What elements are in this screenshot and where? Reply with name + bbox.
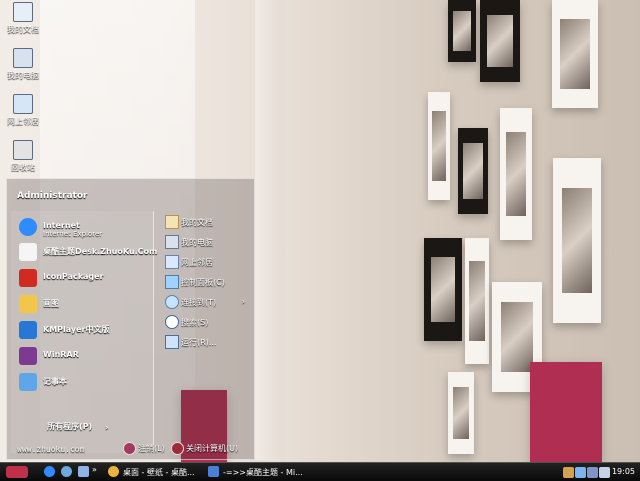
wall-photo-frame [428,92,450,200]
start-menu: Administrator Internet Internet Explorer… [6,178,255,460]
wall-column [255,0,285,460]
system-tray: 19:05 [563,465,635,479]
place-my-documents[interactable]: 我的文档 [165,215,245,229]
start-logo-icon [6,466,28,478]
paint-icon [19,295,37,313]
place-my-computer[interactable]: 我的电脑 [165,235,245,249]
desktop-icon-network[interactable]: 网上邻居 [3,94,43,127]
taskbar-window-button[interactable]: 桌面 - 壁纸 - 桌酷... [108,465,198,479]
program-list: Internet Internet Explorer 桌酷主题Desk.Zhuo… [11,211,157,453]
desktop-icon-my-documents[interactable]: 我的文档 [3,2,43,35]
quick-launch-more[interactable]: » [92,465,100,479]
clock[interactable]: 19:05 [607,467,635,476]
wall-photo-frame [448,372,474,454]
search-icon [165,315,179,329]
place-run[interactable]: 运行(R)... [165,335,245,349]
program-iconpackager[interactable]: IconPackager [19,267,154,287]
logoff-icon [123,442,136,455]
start-menu-user: Administrator [17,191,88,201]
place-search[interactable]: 搜索(S) [165,315,245,329]
quick-launch-desktop[interactable] [78,465,90,479]
all-programs-arrow-icon: › [105,423,109,432]
volume-icon[interactable] [563,467,574,478]
places-list: 我的文档 我的电脑 网上邻居 控制面板(C) 连接到(T) › 搜索(S) 运行… [157,211,252,453]
all-programs-button[interactable]: 所有程序(P) › [47,421,108,432]
ie-icon [44,466,55,477]
program-notepad[interactable]: 记事本 [19,371,154,391]
power-icon [171,442,184,455]
iconpackager-icon [19,269,37,287]
documents-folder-icon [165,215,179,229]
wall-photo-frame [465,238,489,364]
show-desktop-icon [78,466,89,477]
recycle-bin-icon [13,140,33,160]
theme-icon [19,243,37,261]
computer-icon [165,235,179,249]
folder-icon [13,2,33,22]
desktop-icon-my-computer[interactable]: 我的电脑 [3,48,43,81]
place-control-panel[interactable]: 控制面板(C) [165,275,245,289]
quick-launch-ie[interactable] [44,465,56,479]
taskbar-window-button[interactable]: -=>>桌酷主题 - Mi... [208,465,303,479]
kmplayer-icon [19,321,37,339]
network-icon [13,94,33,114]
wall-photo-frame [500,108,532,240]
word-icon [208,466,219,477]
submenu-arrow-icon: › [241,297,245,306]
control-panel-icon [165,275,179,289]
connect-icon [165,295,179,309]
wall-photo-frame [424,238,462,341]
quick-launch-media[interactable] [61,465,73,479]
run-icon [165,335,179,349]
taskbar: » 桌面 - 壁纸 - 桌酷... -=>>桌酷主题 - Mi... 19:05 [0,462,640,481]
program-winrar[interactable]: WinRAR [19,345,154,365]
winrar-icon [19,347,37,365]
desktop-icon-recycle-bin[interactable]: 回收站 [3,140,43,173]
start-button[interactable] [6,465,30,479]
network-icon[interactable] [575,467,586,478]
pink-wall-shelf [530,362,602,462]
footer-url: www.zhuoku.com [17,445,85,454]
wall-photo-frame [552,0,598,108]
place-connect-to[interactable]: 连接到(T) › [165,295,245,309]
program-kmplayer[interactable]: KMPlayer中文版 [19,319,154,339]
chrome-icon [108,466,119,477]
internet-explorer-icon [19,218,37,236]
program-internet-explorer[interactable]: Internet Internet Explorer [19,216,154,238]
wall-photo-frame [458,128,488,214]
media-icon [61,466,72,477]
place-network[interactable]: 网上邻居 [165,255,245,269]
notepad-icon [19,373,37,391]
security-icon[interactable] [587,467,598,478]
wall-photo-frame [553,158,601,323]
program-zhuoku-theme[interactable]: 桌酷主题Desk.ZhuoKu.Com [19,241,157,261]
computer-icon [13,48,33,68]
network-places-icon [165,255,179,269]
wall-photo-frame [480,0,520,82]
wall-photo-frame [448,0,476,62]
program-paint[interactable]: 画图 [19,293,154,313]
